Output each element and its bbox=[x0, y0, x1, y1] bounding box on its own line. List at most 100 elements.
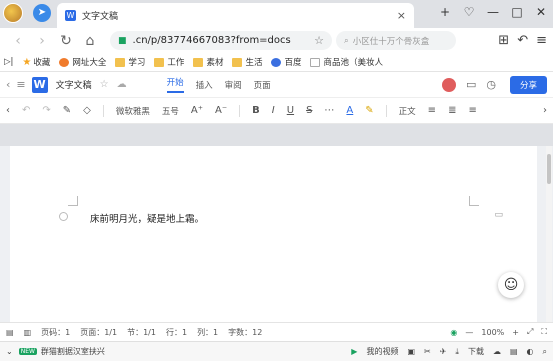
tab-page[interactable]: 页面 bbox=[254, 79, 271, 91]
outline-icon[interactable]: ▤ bbox=[6, 328, 14, 337]
video-icon[interactable]: ▭ bbox=[466, 78, 476, 91]
document-page[interactable]: 床前明月光，疑是地上霜。 ▭ ☺ bbox=[10, 146, 537, 322]
apps-icon[interactable]: ⊞ bbox=[498, 33, 509, 48]
collapse-icon[interactable]: ‹ bbox=[6, 78, 10, 91]
bookmark-study[interactable]: 学习 bbox=[115, 56, 145, 68]
doc-favicon-icon: W bbox=[65, 10, 76, 21]
word-count: 字数：12 bbox=[228, 327, 263, 337]
undo-icon[interactable]: ↶ bbox=[517, 33, 528, 48]
user-avatar[interactable] bbox=[3, 3, 23, 23]
close-window-button[interactable]: ✕ bbox=[529, 5, 553, 19]
more-icon[interactable]: ⋯ bbox=[324, 105, 334, 116]
expand-icon[interactable]: ⌄ bbox=[6, 347, 13, 356]
italic-icon[interactable]: I bbox=[272, 105, 275, 116]
bookmark-materials[interactable]: 素材 bbox=[193, 56, 223, 68]
screenshot-icon[interactable]: ✂ bbox=[424, 347, 431, 356]
search-input[interactable]: ⌕ 小区仕十万个骨灰盒 bbox=[336, 31, 456, 50]
bookmark-baidu[interactable]: 百度 bbox=[271, 56, 301, 68]
bookmark-work[interactable]: 工作 bbox=[154, 56, 184, 68]
bookmark-products[interactable]: 商品池（美妆人 bbox=[310, 56, 383, 68]
fullscreen-icon[interactable]: ⛶ bbox=[541, 327, 547, 337]
fit-icon[interactable]: ⤢ bbox=[527, 327, 533, 337]
collab-icon[interactable]: ◉ bbox=[450, 328, 457, 337]
page-icon bbox=[310, 57, 321, 67]
tab-close-icon[interactable]: × bbox=[397, 9, 406, 22]
size-select[interactable]: 五号 bbox=[162, 105, 179, 117]
clear-format-icon[interactable]: ◇ bbox=[83, 105, 91, 116]
minimize-button[interactable]: — bbox=[481, 5, 505, 19]
bookmark-star-icon[interactable]: ☆ bbox=[314, 34, 324, 47]
paragraph-handle-icon[interactable] bbox=[59, 212, 68, 221]
style-select[interactable]: 正文 bbox=[399, 105, 416, 117]
reload-icon[interactable]: ↻ bbox=[54, 33, 78, 49]
list-icon[interactable]: ≡ bbox=[16, 78, 25, 91]
tab-insert[interactable]: 插入 bbox=[196, 79, 213, 91]
news-link[interactable]: 群猫割据汉室扶兴 bbox=[41, 346, 105, 357]
collaborator-avatar[interactable] bbox=[441, 77, 456, 92]
folder-icon bbox=[232, 57, 243, 67]
underline-icon[interactable]: U bbox=[287, 105, 294, 116]
tab-start[interactable]: 开始 bbox=[166, 76, 184, 93]
audio-icon[interactable]: ◐ bbox=[527, 347, 534, 356]
assistant-icon[interactable]: ☺ bbox=[498, 272, 524, 298]
doc-title[interactable]: 文字文稿 bbox=[56, 78, 92, 91]
bookmark-favorites[interactable]: ★ 收藏 bbox=[22, 56, 50, 69]
format-painter-icon[interactable]: ✎ bbox=[63, 105, 71, 116]
scrollbar[interactable] bbox=[546, 146, 552, 322]
forward-icon[interactable]: › bbox=[30, 33, 54, 49]
toolbar-collapse-icon[interactable]: ‹ bbox=[6, 105, 10, 116]
bookmarks-bar: ▷| ★ 收藏 网址大全 学习 工作 素材 生活 百度 商品池（美妆人 bbox=[0, 53, 553, 72]
font-select[interactable]: 微软雅黑 bbox=[116, 105, 150, 117]
gallery-icon[interactable]: ▣ bbox=[407, 347, 415, 356]
align-left-icon[interactable]: ≡ bbox=[428, 105, 436, 116]
home-icon[interactable]: ⌂ bbox=[78, 33, 102, 49]
bold-icon[interactable]: B bbox=[252, 105, 260, 116]
redo-icon[interactable]: ↷ bbox=[42, 105, 50, 116]
compass-icon[interactable]: ➤ bbox=[33, 4, 51, 22]
document-text[interactable]: 床前明月光，疑是地上霜。 bbox=[90, 211, 204, 225]
align-center-icon[interactable]: ≣ bbox=[448, 105, 456, 116]
menu-icon[interactable]: ≡ bbox=[536, 33, 547, 48]
bookmark-nav[interactable]: 网址大全 bbox=[59, 56, 106, 68]
title-bar: ➤ W 文字文稿 × + ♡ — □ ✕ bbox=[0, 0, 553, 28]
page-margin-corner bbox=[68, 196, 78, 206]
format-toolbar: ‹ ↶ ↷ ✎ ◇ 微软雅黑 五号 A⁺ A⁻ B I U S ⋯ A ✎ 正文… bbox=[0, 98, 553, 124]
bookmark-life[interactable]: 生活 bbox=[232, 56, 262, 68]
back-icon[interactable]: ‹ bbox=[6, 33, 30, 49]
strikethrough-icon[interactable]: S bbox=[306, 105, 312, 116]
new-tab-button[interactable]: + bbox=[433, 5, 457, 19]
grow-font-icon[interactable]: A⁺ bbox=[191, 105, 203, 116]
game-icon[interactable]: ✈ bbox=[440, 347, 447, 356]
comment-icon[interactable]: ▭ bbox=[494, 210, 503, 220]
browser-tab[interactable]: W 文字文稿 × bbox=[57, 3, 414, 28]
star-icon[interactable]: ☆ bbox=[100, 79, 109, 90]
align-right-icon[interactable]: ≡ bbox=[468, 105, 476, 116]
share-button[interactable]: 分享 bbox=[509, 75, 547, 94]
toolbar-more-icon[interactable]: › bbox=[543, 105, 547, 116]
url-text: .cn/p/83774667083?from=docs bbox=[132, 35, 291, 46]
scrollbar-thumb[interactable] bbox=[547, 154, 551, 184]
tab-review[interactable]: 审阅 bbox=[225, 79, 242, 91]
shirt-icon[interactable]: ♡ bbox=[457, 5, 481, 19]
page-number: 页码：1 bbox=[41, 327, 71, 337]
zoom-level[interactable]: 100% bbox=[481, 328, 504, 337]
cloud-icon[interactable]: ☁ bbox=[493, 347, 501, 356]
my-video-link[interactable]: 我的视频 bbox=[366, 346, 398, 357]
split-icon[interactable]: ▤ bbox=[510, 347, 518, 356]
search-icon[interactable]: ⌕ bbox=[543, 347, 547, 357]
section-count: 节：1/1 bbox=[127, 327, 156, 337]
shrink-font-icon[interactable]: A⁻ bbox=[215, 105, 227, 116]
divider bbox=[385, 104, 387, 117]
url-field[interactable]: ■ .cn/p/83774667083?from=docs ☆ bbox=[110, 31, 332, 50]
undo-icon[interactable]: ↶ bbox=[22, 105, 30, 116]
history-icon[interactable]: ◷ bbox=[486, 78, 496, 91]
doc-icon[interactable]: ▥ bbox=[24, 328, 32, 337]
download-link[interactable]: 下载 bbox=[468, 346, 484, 357]
maximize-button[interactable]: □ bbox=[505, 5, 529, 19]
highlight-icon[interactable]: ✎ bbox=[365, 105, 373, 116]
docs-logo-icon: W bbox=[31, 76, 48, 93]
zoom-out-icon[interactable]: — bbox=[465, 328, 473, 337]
sidebar-toggle-icon[interactable]: ▷| bbox=[4, 57, 13, 67]
zoom-in-icon[interactable]: + bbox=[512, 328, 519, 337]
font-color-icon[interactable]: A bbox=[346, 105, 353, 116]
